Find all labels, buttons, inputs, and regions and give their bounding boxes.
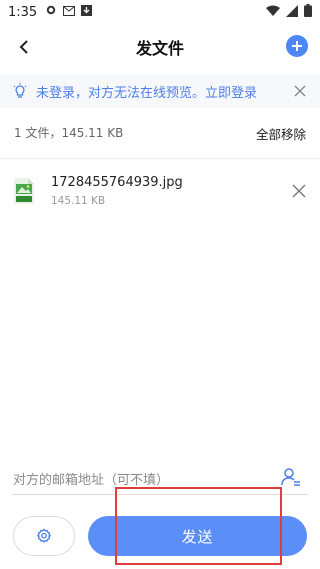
file-summary: 1 文件，145.11 KB [14,126,124,140]
app-bar: 发文件 [0,28,320,66]
recipient-email-input[interactable]: 对方的邮箱地址（可不填） [13,469,169,488]
email-underline [12,494,308,495]
file-size: 145.11 KB [51,195,106,207]
send-button[interactable]: 发送 [88,516,307,556]
jpeg-file-icon [14,178,34,204]
download-box-icon [81,4,93,20]
signal-icon [286,4,298,21]
battery-icon [304,4,312,21]
divider [0,158,320,159]
settings-button[interactable] [13,516,75,556]
login-notice-text[interactable]: 未登录，对方无法在线预览。立即登录 [36,82,257,101]
status-time: 1:35 [8,4,38,20]
gmail-icon [63,5,76,20]
status-right [266,4,312,21]
remove-all-button[interactable]: 全部移除 [256,124,306,143]
remove-file-icon[interactable] [290,182,308,200]
back-arrow-icon[interactable] [12,35,36,59]
plus-circle-icon[interactable] [286,35,308,57]
contact-icon[interactable] [280,466,302,488]
close-icon[interactable] [292,83,308,99]
status-bar: 1:35 [0,0,320,24]
gear-icon [45,4,57,20]
login-notice-banner[interactable]: 未登录，对方无法在线预览。立即登录 [0,74,320,108]
page-title: 发文件 [135,39,184,58]
settings-icon [36,528,52,543]
wifi-icon [266,5,280,21]
lightbulb-icon [13,83,27,98]
file-list-item[interactable]: 1728455764939.jpg 145.11 KB [0,170,320,214]
file-name: 1728455764939.jpg [51,175,183,190]
